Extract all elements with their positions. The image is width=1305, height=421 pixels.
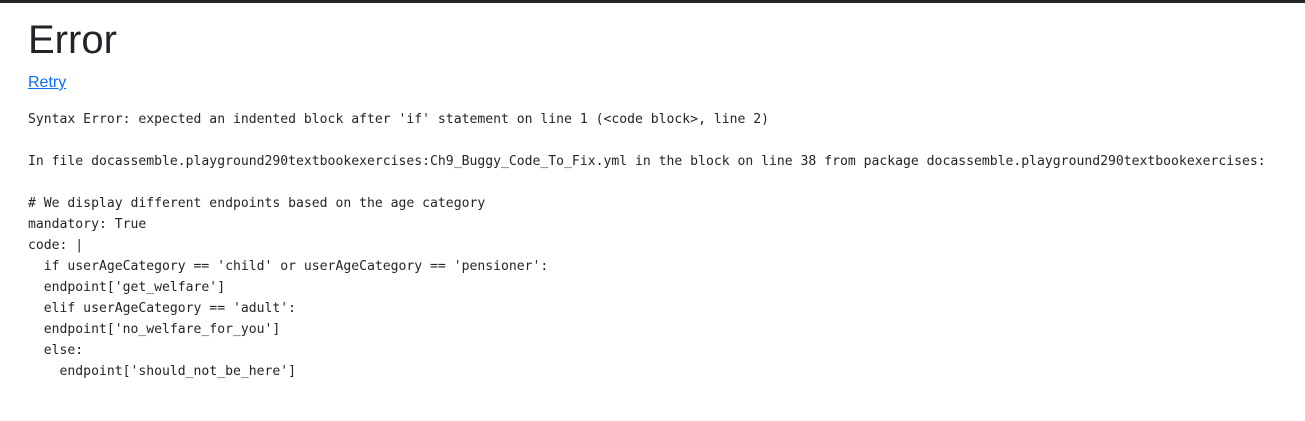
error-location: In file docassemble.playground290textboo… bbox=[28, 154, 1266, 169]
code-line: elif userAgeCategory == 'adult': bbox=[28, 301, 297, 316]
code-line: endpoint['no_welfare_for_you'] bbox=[28, 322, 281, 337]
retry-link[interactable]: Retry bbox=[28, 72, 66, 94]
code-line: mandatory: True bbox=[28, 217, 147, 232]
code-line: if userAgeCategory == 'child' or userAge… bbox=[28, 259, 549, 274]
code-line: endpoint['should_not_be_here'] bbox=[28, 364, 297, 379]
page-title: Error bbox=[28, 18, 117, 62]
code-line: # We display different endpoints based o… bbox=[28, 196, 486, 211]
error-message: Syntax Error: expected an indented block… bbox=[28, 112, 770, 127]
code-line: code: | bbox=[28, 238, 84, 253]
top-border bbox=[0, 0, 1305, 3]
error-details: Syntax Error: expected an indented block… bbox=[28, 109, 1266, 382]
code-line: else: bbox=[28, 343, 84, 358]
code-line: endpoint['get_welfare'] bbox=[28, 280, 226, 295]
